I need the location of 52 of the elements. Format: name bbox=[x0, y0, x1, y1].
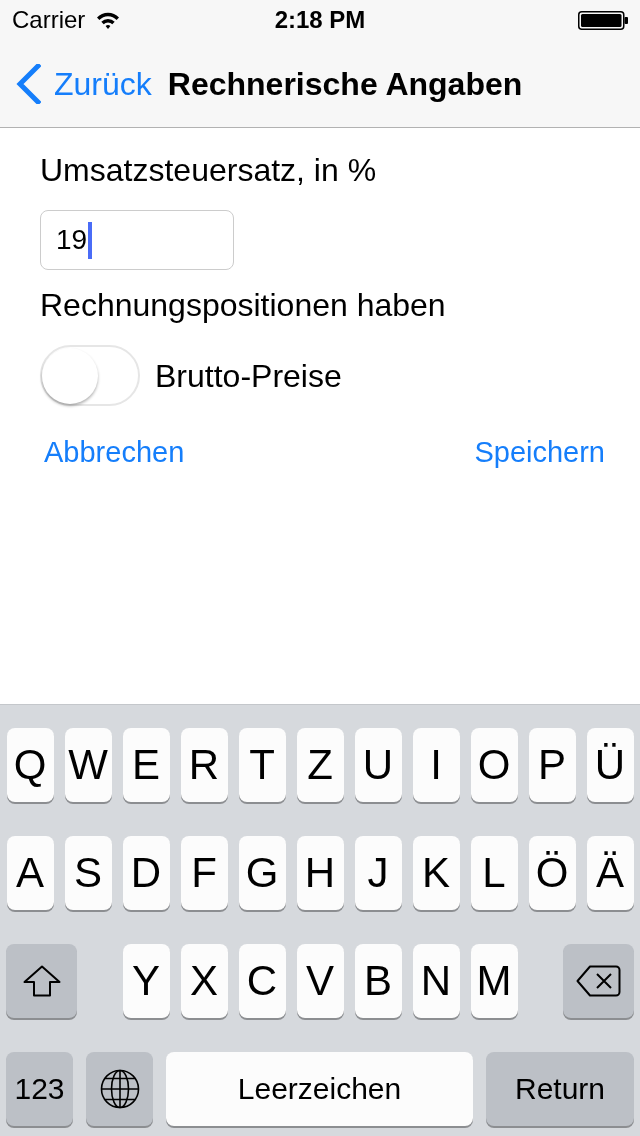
keyboard-key[interactable]: Ä bbox=[586, 836, 634, 910]
numbers-key[interactable]: 123 bbox=[6, 1052, 73, 1126]
cancel-button[interactable]: Abbrechen bbox=[44, 435, 185, 470]
keyboard-key[interactable]: R bbox=[180, 728, 228, 802]
field-label: Umsatzsteuersatz, in % bbox=[40, 151, 378, 189]
delete-key[interactable] bbox=[563, 944, 634, 1018]
keyboard-key[interactable]: I bbox=[412, 728, 460, 802]
globe-icon bbox=[99, 1069, 140, 1109]
keyboard-key[interactable]: W bbox=[64, 728, 112, 802]
keyboard-key[interactable]: B bbox=[354, 944, 402, 1018]
keyboard-key[interactable]: Q bbox=[6, 728, 54, 802]
keyboard-key[interactable]: N bbox=[412, 944, 460, 1018]
keyboard-key[interactable]: O bbox=[470, 728, 518, 802]
section-label: Rechnungspositionen haben bbox=[40, 286, 447, 324]
keyboard-key[interactable]: D bbox=[122, 836, 170, 910]
toggle-switch[interactable] bbox=[40, 345, 140, 406]
keyboard-key[interactable]: L bbox=[470, 836, 518, 910]
keyboard-key[interactable]: C bbox=[238, 944, 286, 1018]
battery-icon bbox=[578, 10, 628, 30]
keyboard-key[interactable]: P bbox=[528, 728, 576, 802]
backspace-icon bbox=[576, 965, 621, 997]
keyboard-key[interactable]: E bbox=[122, 728, 170, 802]
keyboard-key[interactable]: G bbox=[238, 836, 286, 910]
switch-label: Brutto-Preise bbox=[155, 356, 342, 395]
globe-key[interactable] bbox=[86, 1052, 153, 1126]
space-key[interactable]: Leerzeichen bbox=[166, 1052, 473, 1126]
carrier-name: Carrier bbox=[12, 8, 86, 32]
chevron-left-icon bbox=[16, 63, 41, 104]
wifi-icon bbox=[96, 11, 121, 29]
keyboard-key[interactable]: J bbox=[354, 836, 402, 910]
keyboard-key[interactable]: H bbox=[296, 836, 344, 910]
keyboard-key[interactable]: Ü bbox=[586, 728, 634, 802]
keyboard-key[interactable]: S bbox=[64, 836, 112, 910]
keyboard-key[interactable]: V bbox=[296, 944, 344, 1018]
keyboard-key[interactable]: U bbox=[354, 728, 402, 802]
keyboard-key[interactable]: X bbox=[180, 944, 228, 1018]
input-field[interactable]: 19 bbox=[40, 210, 234, 270]
status-time: 2:18 PM bbox=[274, 8, 366, 32]
keyboard-key[interactable]: K bbox=[412, 836, 460, 910]
keyboard-key[interactable]: Y bbox=[122, 944, 170, 1018]
save-button[interactable]: Speichern bbox=[474, 435, 605, 470]
keyboard-key[interactable]: Ö bbox=[528, 836, 576, 910]
keyboard-key[interactable]: T bbox=[238, 728, 286, 802]
keyboard-key[interactable]: M bbox=[470, 944, 518, 1018]
keyboard-key[interactable]: Z bbox=[296, 728, 344, 802]
shift-arrow-icon bbox=[22, 965, 61, 997]
return-key[interactable]: Return bbox=[486, 1052, 634, 1126]
shift-key[interactable] bbox=[6, 944, 77, 1018]
keyboard-key[interactable]: F bbox=[180, 836, 228, 910]
screen-title: Rechnerische Angaben bbox=[167, 67, 523, 100]
back-button[interactable]: Zurück bbox=[16, 63, 152, 104]
keyboard-key[interactable]: A bbox=[6, 836, 54, 910]
